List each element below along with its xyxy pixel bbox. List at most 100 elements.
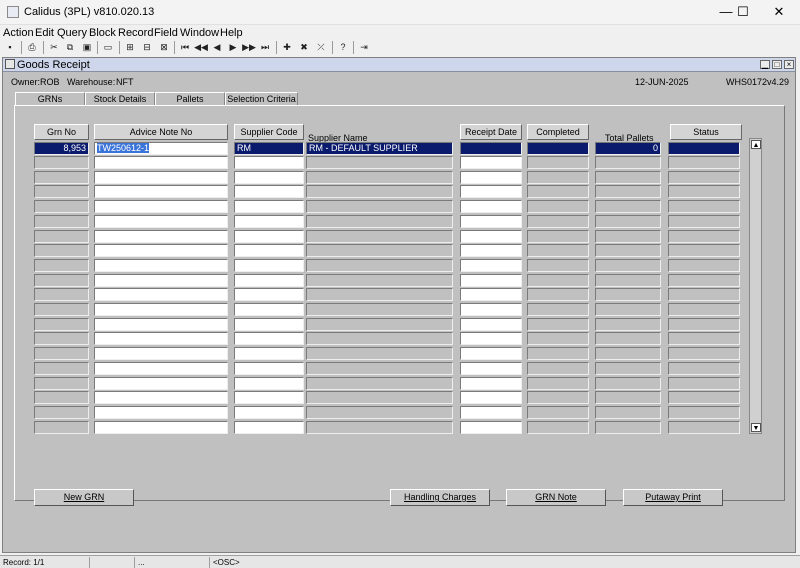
status-cell[interactable] xyxy=(668,317,740,331)
total-pallets-cell[interactable]: 0 xyxy=(595,142,661,155)
supplier-code-cell[interactable] xyxy=(234,258,304,272)
grn-no-cell[interactable] xyxy=(34,376,89,390)
supplier-code-cell[interactable] xyxy=(234,332,304,346)
supplier-code-cell[interactable] xyxy=(234,376,304,390)
column-header-advice-note-no[interactable]: Advice Note No xyxy=(94,124,228,140)
query-icon[interactable]: ⊞ xyxy=(123,41,137,54)
column-header-grn-no[interactable]: Grn No xyxy=(34,124,89,140)
advice-note-cell[interactable]: TW250612-1 xyxy=(94,142,228,155)
receipt-date-cell[interactable] xyxy=(460,332,522,346)
total-pallets-cell[interactable] xyxy=(595,156,661,169)
tab-stock-details[interactable]: Stock Details xyxy=(85,92,155,106)
grn-no-cell[interactable] xyxy=(34,361,89,375)
receipt-date-cell[interactable] xyxy=(460,185,522,199)
total-pallets-cell[interactable] xyxy=(595,420,661,434)
supplier-code-cell[interactable] xyxy=(234,156,304,169)
completed-cell[interactable] xyxy=(527,142,589,155)
column-header-supplier-code[interactable]: Supplier Code xyxy=(234,124,304,140)
supplier-name-cell[interactable] xyxy=(306,361,453,375)
completed-cell[interactable] xyxy=(527,244,589,258)
supplier-name-cell[interactable] xyxy=(306,303,453,316)
menu-action[interactable]: Action xyxy=(3,27,34,39)
receipt-date-cell[interactable] xyxy=(460,288,522,302)
advice-note-cell[interactable] xyxy=(94,303,228,316)
receipt-date-cell[interactable] xyxy=(460,244,522,258)
total-pallets-cell[interactable] xyxy=(595,185,661,199)
supplier-name-cell[interactable] xyxy=(306,317,453,331)
grn-no-cell[interactable] xyxy=(34,288,89,302)
grn-note-button[interactable]: GRN Note xyxy=(506,489,606,506)
status-cell[interactable] xyxy=(668,332,740,346)
menu-window[interactable]: Window xyxy=(180,27,219,39)
menu-edit[interactable]: Edit xyxy=(35,27,54,39)
receipt-date-cell[interactable] xyxy=(460,156,522,169)
advice-note-cell[interactable] xyxy=(94,391,228,405)
total-pallets-cell[interactable] xyxy=(595,273,661,287)
tab-selection-criteria[interactable]: Selection Criteria xyxy=(225,92,298,106)
supplier-name-cell[interactable] xyxy=(306,156,453,169)
total-pallets-cell[interactable] xyxy=(595,405,661,419)
advice-note-cell[interactable] xyxy=(94,258,228,272)
grn-no-cell[interactable] xyxy=(34,317,89,331)
status-cell[interactable] xyxy=(668,244,740,258)
completed-cell[interactable] xyxy=(527,391,589,405)
supplier-name-cell[interactable] xyxy=(306,288,453,302)
receipt-date-cell[interactable] xyxy=(460,170,522,184)
column-header-receipt-date[interactable]: Receipt Date xyxy=(460,124,522,140)
receipt-date-cell[interactable] xyxy=(460,361,522,375)
supplier-code-cell[interactable] xyxy=(234,347,304,361)
total-pallets-cell[interactable] xyxy=(595,317,661,331)
execute-query-icon[interactable]: ⊟ xyxy=(140,41,154,54)
total-pallets-cell[interactable] xyxy=(595,244,661,258)
menu-query[interactable]: Query xyxy=(57,27,87,39)
menu-record[interactable]: Record xyxy=(118,27,153,39)
status-cell[interactable] xyxy=(668,391,740,405)
total-pallets-cell[interactable] xyxy=(595,347,661,361)
receipt-date-cell[interactable] xyxy=(460,303,522,316)
advice-note-cell[interactable] xyxy=(94,288,228,302)
total-pallets-cell[interactable] xyxy=(595,214,661,228)
completed-cell[interactable] xyxy=(527,303,589,316)
supplier-name-cell[interactable]: RM - DEFAULT SUPPLIER xyxy=(306,142,453,155)
total-pallets-cell[interactable] xyxy=(595,200,661,214)
next-block-icon[interactable]: ▶▶ xyxy=(242,41,256,54)
receipt-date-cell[interactable] xyxy=(460,229,522,243)
supplier-code-cell[interactable] xyxy=(234,303,304,316)
grn-no-cell[interactable] xyxy=(34,229,89,243)
total-pallets-cell[interactable] xyxy=(595,229,661,243)
total-pallets-cell[interactable] xyxy=(595,332,661,346)
receipt-date-cell[interactable] xyxy=(460,347,522,361)
grn-no-cell[interactable] xyxy=(34,332,89,346)
grn-no-cell[interactable] xyxy=(34,273,89,287)
scroll-down-arrow-icon[interactable]: ▼ xyxy=(751,423,761,432)
supplier-code-cell[interactable] xyxy=(234,229,304,243)
completed-cell[interactable] xyxy=(527,361,589,375)
grn-no-cell[interactable] xyxy=(34,170,89,184)
total-pallets-cell[interactable] xyxy=(595,361,661,375)
next-record-icon[interactable]: ▶ xyxy=(226,41,240,54)
print-icon[interactable]: ⎙ xyxy=(25,41,39,54)
supplier-name-cell[interactable] xyxy=(306,405,453,419)
supplier-name-cell[interactable] xyxy=(306,376,453,390)
records-scrollbar[interactable]: ▲ ▼ xyxy=(749,138,762,434)
grn-no-cell[interactable] xyxy=(34,391,89,405)
grn-no-cell[interactable] xyxy=(34,200,89,214)
advice-note-cell[interactable] xyxy=(94,317,228,331)
supplier-name-cell[interactable] xyxy=(306,200,453,214)
form-minimize-button[interactable]: ▁ xyxy=(760,60,770,69)
copy-icon[interactable]: ⧉ xyxy=(63,41,77,54)
exit-icon[interactable]: ⇥ xyxy=(357,41,371,54)
completed-cell[interactable] xyxy=(527,347,589,361)
supplier-name-cell[interactable] xyxy=(306,185,453,199)
form-maximize-button[interactable]: □ xyxy=(772,60,782,69)
previous-record-icon[interactable]: ◀ xyxy=(210,41,224,54)
status-cell[interactable] xyxy=(668,156,740,169)
status-cell[interactable] xyxy=(668,214,740,228)
supplier-code-cell[interactable] xyxy=(234,405,304,419)
status-cell[interactable] xyxy=(668,405,740,419)
total-pallets-cell[interactable] xyxy=(595,376,661,390)
advice-note-cell[interactable] xyxy=(94,361,228,375)
status-cell[interactable] xyxy=(668,258,740,272)
completed-cell[interactable] xyxy=(527,273,589,287)
advice-note-cell[interactable] xyxy=(94,273,228,287)
